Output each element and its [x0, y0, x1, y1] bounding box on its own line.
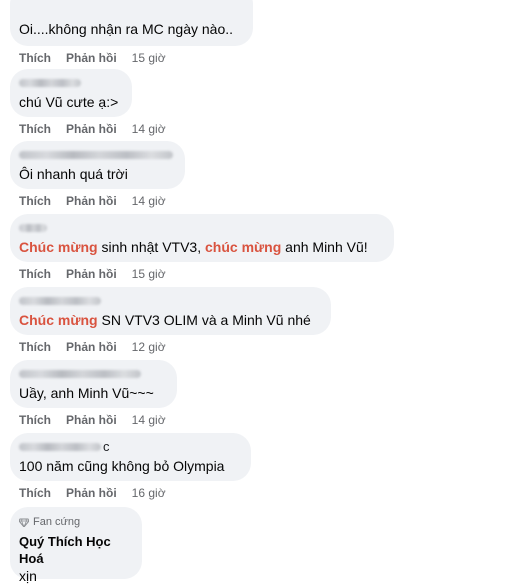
comment-text: 100 năm cũng không bỏ Olympia: [19, 458, 225, 474]
comment-actions: Thích Phản hồi 14 giờ: [10, 193, 185, 209]
comment-bubble: c 100 năm cũng không bỏ Olympia: [10, 433, 251, 481]
reply-button[interactable]: Phản hồi: [66, 267, 117, 281]
comment-text: Ôi nhanh quá trời: [19, 166, 128, 182]
comment-time: 16 giờ: [131, 486, 166, 500]
comment: Oi....không nhận ra MC ngày nào.. Thích P…: [10, 0, 253, 66]
comment-time: 14 giờ: [131, 413, 166, 427]
comment-actions: Thích Phản hồi 15 giờ: [10, 50, 253, 66]
reply-button[interactable]: Phản hồi: [66, 486, 117, 500]
comment: chú Vũ cưte ạ:> Thích Phản hồi 14 giờ: [10, 69, 166, 137]
reply-button[interactable]: Phản hồi: [66, 340, 117, 354]
comment: c 100 năm cũng không bỏ Olympia Thích Phả…: [10, 433, 251, 501]
badge-label: Fan cứng: [33, 516, 81, 528]
comment-bubble: Chúc mừng sinh nhật VTV3, chúc mừng anh …: [10, 214, 394, 262]
comment-author[interactable]: [19, 75, 120, 90]
diamond-icon: [19, 518, 29, 527]
comment: Uầy, anh Minh Vũ~~~ Thích Phản hồi 14 giờ: [10, 360, 177, 428]
comment-time: 14 giờ: [131, 122, 166, 136]
highlighted-keyword: Chúc mừng: [19, 312, 98, 328]
highlighted-keyword: Chúc mừng: [19, 239, 98, 255]
fan-badge: Fan cứng: [19, 515, 130, 529]
comment-text-part: SN VTV3 OLIM và a Minh Vũ nhé: [97, 312, 311, 328]
comment-time: 15 giờ: [131, 51, 166, 65]
comment-text-part: sinh nhật VTV3,: [97, 239, 205, 255]
comment-time: 14 giờ: [131, 194, 166, 208]
comment-author[interactable]: Quý Thích Học Hoá: [19, 533, 130, 567]
comment-author[interactable]: c: [19, 439, 239, 454]
reply-button[interactable]: Phản hồi: [66, 194, 117, 208]
comment-text: Chúc mừng SN VTV3 OLIM và a Minh Vũ nhé: [19, 311, 319, 329]
comment: Fan cứng Quý Thích Học Hoá xịn: [10, 507, 142, 586]
comment-actions: Thích Phản hồi 15 giờ: [10, 266, 394, 282]
comment-text: Uầy, anh Minh Vũ~~~: [19, 385, 154, 401]
highlighted-keyword: chúc mừng: [205, 239, 282, 255]
like-button[interactable]: Thích: [19, 51, 51, 65]
comment-bubble: Oi....không nhận ra MC ngày nào..: [10, 0, 253, 46]
blurred-author-name: [19, 369, 141, 378]
comment-bubble: chú Vũ cưte ạ:>: [10, 69, 132, 117]
comment-actions: Thích Phản hồi 12 giờ: [10, 339, 331, 355]
comment-time: 12 giờ: [131, 340, 166, 354]
comment-actions: Thích Phản hồi 14 giờ: [10, 412, 177, 428]
comment-text: Oi....không nhận ra MC ngày nào..: [19, 21, 234, 37]
comment-actions: Thích Phản hồi 16 giờ: [10, 485, 251, 501]
comment-text-part: anh Minh Vũ!: [281, 239, 368, 255]
blurred-author-name: [19, 442, 101, 451]
comment-bubble: Uầy, anh Minh Vũ~~~: [10, 360, 177, 408]
reply-button[interactable]: Phản hồi: [66, 122, 117, 136]
comment-text: Chúc mừng sinh nhật VTV3, chúc mừng anh …: [19, 238, 382, 256]
comment-author[interactable]: [19, 147, 173, 162]
blurred-author-name: [19, 150, 173, 159]
comment-bubble: Chúc mừng SN VTV3 OLIM và a Minh Vũ nhé: [10, 287, 331, 335]
like-button[interactable]: Thích: [19, 122, 51, 136]
like-button[interactable]: Thích: [19, 194, 51, 208]
reply-button[interactable]: Phản hồi: [66, 51, 117, 65]
like-button[interactable]: Thích: [19, 413, 51, 427]
comment-bubble: Fan cứng Quý Thích Học Hoá xịn: [10, 507, 142, 584]
comment: Ôi nhanh quá trời Thích Phản hồi 14 giờ: [10, 141, 185, 209]
reply-button[interactable]: Phản hồi: [66, 413, 117, 427]
like-button[interactable]: Thích: [19, 340, 51, 354]
comment: Chúc mừng sinh nhật VTV3, chúc mừng anh …: [10, 214, 394, 282]
comment-actions: Thích Phản hồi 14 giờ: [10, 121, 166, 137]
comment-bubble: Ôi nhanh quá trời: [10, 141, 185, 189]
blurred-author-name: [19, 78, 81, 87]
blurred-author-name: [19, 296, 101, 305]
comment-author[interactable]: [19, 366, 165, 381]
like-button[interactable]: Thích: [19, 486, 51, 500]
comment-author[interactable]: [19, 220, 382, 235]
blurred-author-name: [19, 223, 47, 232]
author-name-suffix: c: [103, 439, 110, 454]
comment: Chúc mừng SN VTV3 OLIM và a Minh Vũ nhé …: [10, 287, 331, 355]
like-button[interactable]: Thích: [19, 267, 51, 281]
comment-time: 15 giờ: [131, 267, 166, 281]
comment-author[interactable]: [19, 293, 319, 308]
comment-text: chú Vũ cưte ạ:>: [19, 94, 119, 110]
